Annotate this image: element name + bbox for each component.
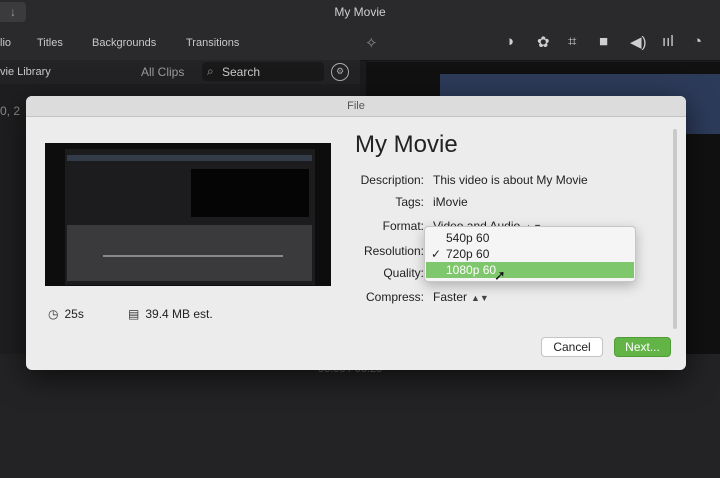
dialog-scrollbar[interactable] <box>673 129 677 329</box>
settings-gear-icon[interactable]: ⚙ <box>331 63 349 81</box>
resolution-label: Resolution: <box>363 244 424 258</box>
menu-item-1080p[interactable]: 1080p 60 <box>426 262 634 278</box>
magic-wand-icon[interactable]: ✧ <box>365 34 378 52</box>
filesize-info: ▤ 39.4 MB est. <box>128 307 213 321</box>
compress-label: Compress: <box>365 290 424 304</box>
movie-title[interactable]: My Movie <box>355 131 458 159</box>
menu-item-720p[interactable]: ✓ 720p 60 <box>426 246 634 262</box>
dialog-title: File <box>26 96 686 117</box>
speed-icon[interactable]: ◔ <box>693 33 702 50</box>
tab-titles[interactable]: Titles <box>37 37 63 49</box>
compress-value: Faster <box>433 290 468 304</box>
description-label: Description: <box>360 173 424 187</box>
browser-toolbar: lio Titles Backgrounds Transitions ✧ ◑ ✿… <box>0 24 720 61</box>
stepper-icon: ▲▼ <box>471 293 489 303</box>
document-icon: ▤ <box>128 307 140 321</box>
library-bar: vie Library All Clips ⌕ Search ⚙ <box>0 60 360 84</box>
color-balance-icon[interactable]: ◑ <box>505 33 514 50</box>
mouse-pointer-icon: ➚ <box>494 267 506 283</box>
next-button[interactable]: Next... <box>614 337 671 357</box>
checkmark-icon: ✓ <box>431 247 442 261</box>
duration-value: 25s <box>64 307 84 321</box>
window-titlebar: ↓ My Movie <box>0 0 720 24</box>
library-label[interactable]: vie Library <box>0 66 51 78</box>
duration-info: ◷ 25s <box>48 307 84 321</box>
down-arrow-icon: ↓ <box>10 5 16 19</box>
equalizer-icon[interactable]: ııl <box>662 33 674 50</box>
window-title: My Movie <box>334 5 386 19</box>
description-field[interactable]: This video is about My Movie <box>433 173 588 187</box>
volume-icon[interactable]: ◀) <box>630 33 647 51</box>
search-icon: ⌕ <box>207 64 214 78</box>
clock-icon: ◷ <box>48 307 59 321</box>
compress-select[interactable]: Faster ▲▼ <box>433 290 489 304</box>
quality-label: Quality: <box>383 266 424 280</box>
tab-transitions[interactable]: Transitions <box>186 37 239 49</box>
color-correction-icon[interactable]: ✿ <box>537 33 550 51</box>
stabilization-icon[interactable]: ■ <box>599 33 608 50</box>
tab-audio[interactable]: lio <box>0 37 11 49</box>
import-button[interactable]: ↓ <box>0 2 26 22</box>
event-date: 0, 2 <box>0 104 21 118</box>
search-field[interactable]: ⌕ Search <box>202 62 324 81</box>
tags-field[interactable]: iMovie <box>433 195 468 209</box>
clips-filter[interactable]: All Clips <box>141 65 184 79</box>
format-label: Format: <box>382 219 424 233</box>
movie-thumbnail <box>45 143 331 286</box>
tags-label: Tags: <box>395 195 424 209</box>
crop-icon[interactable]: ⌗ <box>568 33 576 50</box>
search-placeholder: Search <box>222 65 261 79</box>
tab-backgrounds[interactable]: Backgrounds <box>92 37 156 49</box>
menu-item-540p[interactable]: 540p 60 <box>426 230 634 246</box>
resolution-menu: 540p 60 ✓ 720p 60 1080p 60 <box>424 226 636 282</box>
cancel-button[interactable]: Cancel <box>541 337 603 357</box>
filesize-value: 39.4 MB est. <box>145 307 213 321</box>
